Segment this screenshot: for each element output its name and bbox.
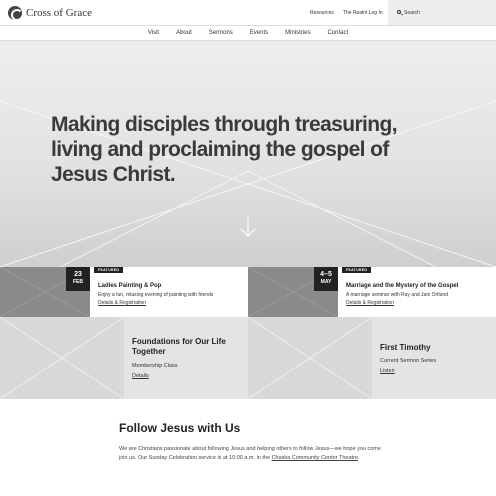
hero-banner: Making disciples through treasuring, liv… [0, 41, 496, 267]
nav-item-ministries[interactable]: Ministries [285, 30, 310, 36]
nav-item-events[interactable]: Events [250, 30, 268, 36]
event-card: FEATURED Marriage and the Mystery of the… [338, 267, 496, 317]
site-logo[interactable]: Cross of Grace [8, 5, 92, 21]
logo-text: Cross of Grace [26, 7, 92, 19]
realm-login-link[interactable]: The Realm Log In [343, 10, 383, 16]
event-day: 4–5 [320, 271, 332, 278]
nav-item-contact[interactable]: Contact [327, 30, 348, 36]
search-label: Search [404, 10, 420, 16]
event-card: FEATURED Ladies Painting & Pop Enjoy a f… [90, 267, 248, 317]
intro-section: Follow Jesus with Us We are Christians p… [0, 399, 496, 496]
featured-events: 23 FEB FEATURED Ladies Painting & Pop En… [0, 267, 496, 317]
featured-tag: FEATURED [94, 267, 124, 273]
event-details-link[interactable]: Details & Registration [98, 300, 146, 306]
hero-title: Making disciples through treasuring, liv… [51, 113, 398, 186]
nav-item-visit[interactable]: Visit [148, 30, 159, 36]
card-title[interactable]: First Timothy [380, 343, 490, 353]
nav-item-sermons[interactable]: Sermons [209, 30, 233, 36]
venue-link[interactable]: Chaska Community Center Theatre [272, 455, 358, 461]
card-subtitle: Current Sermon Series [380, 358, 437, 364]
event-month: FEB [73, 279, 83, 285]
card-image[interactable] [0, 317, 124, 399]
search-icon [397, 10, 401, 14]
card-title[interactable]: Foundations for Our Life Together [132, 337, 242, 357]
arrow-down-icon[interactable] [240, 216, 256, 238]
search-button[interactable]: Search [388, 0, 496, 25]
event-date-badge: 4–5 MAY [314, 267, 338, 291]
card-image[interactable] [248, 317, 372, 399]
event-details-link[interactable]: Details & Registration [346, 300, 394, 306]
nav-item-about[interactable]: About [176, 30, 192, 36]
event-date-badge: 23 FEB [66, 267, 90, 291]
promo-cards: Foundations for Our Life Together Member… [0, 317, 496, 399]
event-description: A marriage seminar with Ray and Jani Ort… [346, 292, 448, 298]
promo-card: First Timothy Current Sermon Series List… [372, 317, 496, 399]
event-title[interactable]: Marriage and the Mystery of the Gospel [346, 283, 458, 289]
event-day: 23 [74, 271, 82, 278]
top-bar: Cross of Grace Resources The Realm Log I… [0, 0, 496, 25]
event-description: Enjoy a fun, relaxing evening of paintin… [98, 292, 214, 298]
event-title[interactable]: Ladies Painting & Pop [98, 283, 161, 289]
intro-text-end: . [357, 455, 360, 461]
promo-card: Foundations for Our Life Together Member… [124, 317, 248, 399]
main-nav: Visit About Sermons Events Ministries Co… [0, 25, 496, 41]
utility-nav: Resources The Realm Log In [310, 10, 383, 16]
intro-heading: Follow Jesus with Us [119, 421, 241, 435]
card-details-link[interactable]: Details [132, 373, 149, 379]
resources-link[interactable]: Resources [310, 10, 334, 16]
featured-tag: FEATURED [342, 267, 372, 273]
intro-body: We are Christians passionate about follo… [119, 445, 381, 463]
event-month: MAY [320, 279, 332, 285]
logo-icon [8, 6, 23, 21]
card-subtitle: Membership Class [132, 363, 178, 369]
card-listen-link[interactable]: Listen [380, 368, 395, 374]
